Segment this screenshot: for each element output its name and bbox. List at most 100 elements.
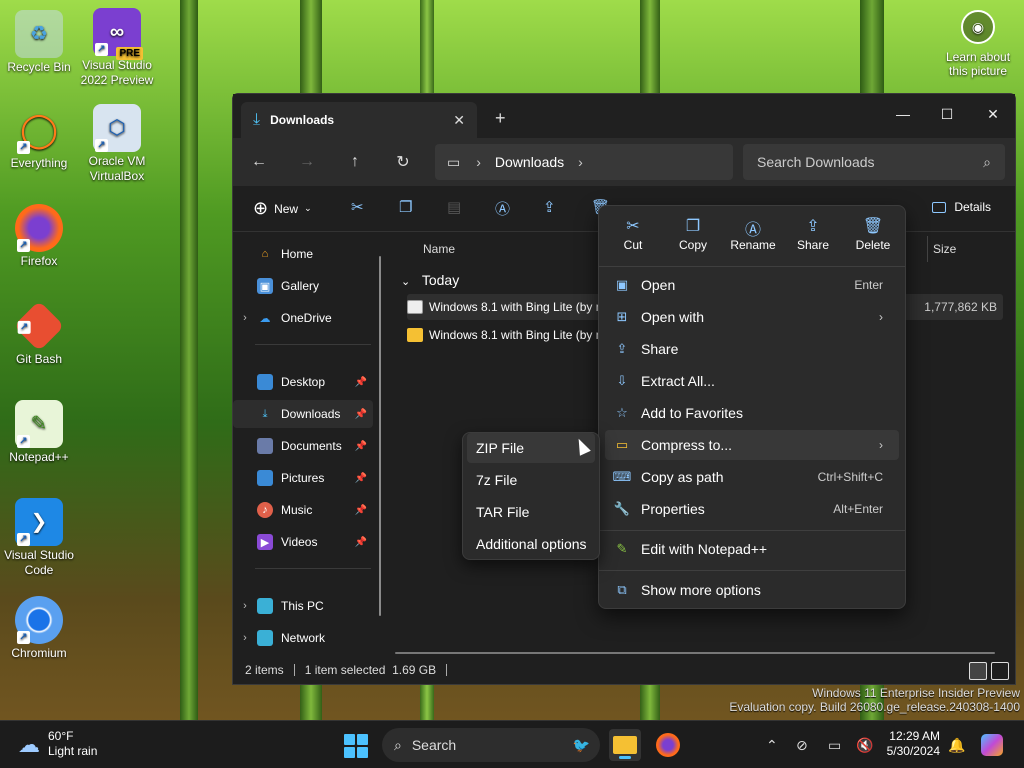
column-header-name[interactable]: Name [423,242,455,256]
menu-item-show-more-options[interactable]: ⧉ Show more options [605,575,899,605]
sidebar-item-pictures[interactable]: Pictures 📌 [233,464,373,492]
search-icon: ⌕ [983,153,991,170]
close-window-button[interactable]: ✕ [973,100,1013,128]
quick-action-copy[interactable]: ❐ Copy [665,216,721,252]
submenu-item-additional-options[interactable]: Additional options [467,529,595,559]
display-icon[interactable]: ▭ [828,737,841,754]
cut-button[interactable]: ✂ [351,198,364,216]
forward-button[interactable]: → [293,148,321,176]
start-button[interactable] [344,734,368,758]
network-off-icon[interactable]: ⊘ [796,737,808,754]
watermark-line: Windows 11 Enterprise Insider Preview [812,686,1020,700]
watermark-line: Evaluation copy. Build 26080.ge_release.… [729,700,1020,714]
menu-item-copy-as-path[interactable]: ⌨ Copy as path Ctrl+Shift+C [605,462,899,492]
desktop-icon-git-bash[interactable]: ↗ Git Bash [0,300,78,367]
menu-item-edit-notepadpp[interactable]: ✎ Edit with Notepad++ [605,534,899,564]
quick-action-share[interactable]: ⇪ Share [785,216,841,252]
sidebar-item-network[interactable]: › Network [233,624,373,652]
shortcut-arrow-icon: ↗ [95,139,108,152]
learn-about-picture[interactable]: ◉ Learn about this picture [938,10,1018,78]
tab-downloads[interactable]: ⤓ Downloads ✕ [241,102,477,138]
quick-action-rename[interactable]: Ⓐ Rename [725,216,781,252]
address-bar[interactable]: ▭ › Downloads › [435,144,733,180]
desktop-icon-recycle-bin[interactable]: ♻ Recycle Bin [0,10,78,75]
taskbar-file-explorer[interactable] [609,729,641,761]
maximize-button[interactable]: ☐ [927,100,967,128]
notification-bell-icon[interactable]: 🔔 [948,737,965,754]
desktop-icon-everything[interactable]: ◯ ↗ Everything [0,106,78,171]
sidebar-item-onedrive[interactable]: › ☁ OneDrive [233,304,373,332]
chevron-right-icon[interactable]: › [233,600,257,612]
sidebar-item-gallery[interactable]: ▣ Gallery [233,272,373,300]
paste-button[interactable]: ▤ [447,198,461,216]
cloud-icon: ☁ [259,312,271,325]
file-size: 1,777,862 KB [924,300,997,314]
taskbar-clock[interactable]: 12:29 AM 5/30/2024 [884,729,940,759]
menu-item-open[interactable]: ▣ Open Enter [605,270,899,300]
sidebar-item-home[interactable]: ⌂ Home [233,240,373,268]
close-tab-icon[interactable]: ✕ [453,112,465,129]
group-header-today[interactable]: ⌄ Today [401,272,459,288]
breadcrumb-chevron-icon[interactable]: › [578,154,583,170]
tiles-view-button[interactable] [991,662,1009,680]
search-box[interactable]: Search Downloads ⌕ [743,144,1005,180]
details-button[interactable]: Details [932,200,991,214]
horizontal-scrollbar[interactable] [395,652,995,654]
desktop-icon-chromium[interactable]: ↗ Chromium [0,596,78,661]
minimize-button[interactable]: — [883,100,923,128]
details-view-button[interactable] [969,662,987,680]
copilot-button[interactable] [976,729,1008,761]
sidebar-item-label: Gallery [281,279,320,293]
breadcrumb-chevron-icon: › [476,154,481,170]
desktop-icon-notepadpp[interactable]: ✎ ↗ Notepad++ [0,400,78,465]
up-button[interactable]: ↑ [341,148,369,176]
breadcrumb-location[interactable]: Downloads [495,154,564,170]
desktop-icon-firefox[interactable]: ↗ Firefox [0,204,78,269]
quick-action-label: Share [796,238,830,252]
sidebar-item-this-pc[interactable]: › This PC [233,592,373,620]
quick-action-delete[interactable]: 🗑 Delete [845,216,901,252]
desktop-icon-label: Chromium [11,646,67,660]
back-button[interactable]: ← [245,148,273,176]
chevron-right-icon[interactable]: › [233,312,257,324]
menu-accelerator: Alt+Enter [833,502,883,516]
menu-item-open-with[interactable]: ⊞ Open with › [605,302,899,332]
share-button[interactable]: ⇪ [543,198,556,216]
menu-item-extract-all[interactable]: ⇩ Extract All... [605,366,899,396]
new-tab-button[interactable]: + [495,108,506,129]
menu-item-add-favorites[interactable]: ☆ Add to Favorites [605,398,899,428]
copy-button[interactable]: ❐ [399,198,412,216]
chevron-right-icon[interactable]: › [233,632,257,644]
pin-icon: 📌 [354,472,367,484]
desktop-icon-virtualbox[interactable]: ⬡ ↗ Oracle VM VirtualBox [78,104,156,184]
menu-item-share[interactable]: ⇪ Share [605,334,899,364]
desktop-icon-visual-studio[interactable]: ∞ ↗ PRE Visual Studio 2022 Preview [78,8,156,88]
rename-button[interactable]: Ⓐ [495,198,510,219]
new-button[interactable]: ⊕ New ⌄ [253,198,312,219]
submenu-item-7z[interactable]: 7z File [467,465,595,495]
refresh-button[interactable]: ↻ [389,148,417,176]
extract-icon: ⇩ [616,373,628,388]
column-divider[interactable] [927,236,928,262]
sidebar-item-documents[interactable]: Documents 📌 [233,432,373,460]
taskbar-search[interactable]: ⌕ Search 🐦 [382,728,600,762]
column-header-size[interactable]: Size [933,242,956,256]
sidebar-item-music[interactable]: ♪ Music 📌 [233,496,373,524]
sidebar-item-downloads[interactable]: ⤓ Downloads 📌 [233,400,373,428]
submenu-item-tar[interactable]: TAR File [467,497,595,527]
menu-item-properties[interactable]: 🔧 Properties Alt+Enter [605,494,899,524]
menu-item-label: Properties [641,501,705,517]
share-icon: ⇪ [616,341,628,356]
sidebar-item-desktop[interactable]: Desktop 📌 [233,368,373,396]
pin-icon: 📌 [354,408,367,420]
chevron-up-icon[interactable]: ⌃ [766,737,778,754]
search-input[interactable]: Search Downloads [757,154,983,170]
sidebar-item-videos[interactable]: ▶ Videos 📌 [233,528,373,556]
quick-action-cut[interactable]: ✂ Cut [605,216,661,252]
weather-widget[interactable]: ☁ 60°F Light rain [18,729,97,759]
menu-item-compress-to[interactable]: ▭ Compress to... › [605,430,899,460]
taskbar-firefox[interactable] [652,729,684,761]
desktop-icon-vscode[interactable]: ❯ ↗ Visual Studio Code [0,498,78,578]
nav-scrollbar[interactable] [379,256,381,616]
speaker-mute-icon[interactable]: 🔇 [856,737,873,754]
